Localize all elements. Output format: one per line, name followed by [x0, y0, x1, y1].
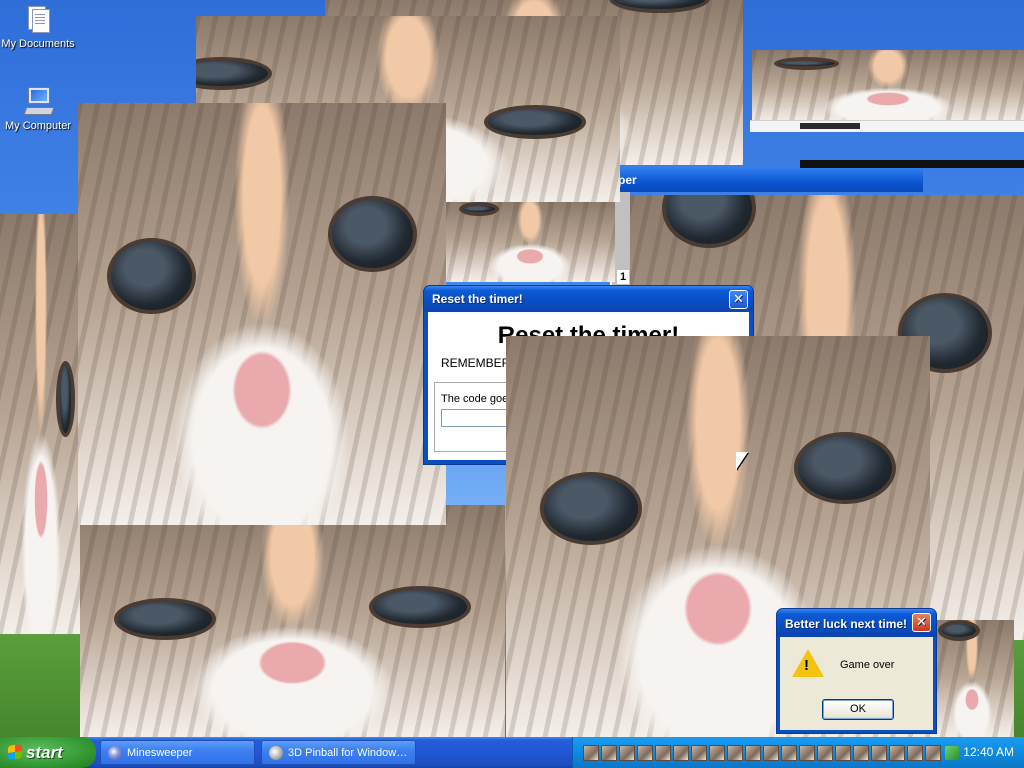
my-documents-icon [22, 4, 54, 36]
desktop-icon-label: My Computer [4, 120, 72, 132]
game-over-titlebar[interactable]: Better luck next time! ✕ [777, 609, 936, 637]
kitten-image [78, 103, 446, 525]
start-button[interactable]: start [0, 737, 96, 768]
desktop-icon-my-computer[interactable]: My Computer [0, 86, 76, 133]
close-button[interactable]: ✕ [912, 613, 931, 632]
ok-button[interactable]: OK [822, 699, 894, 720]
taskbar-button-label: 3D Pinball for Window… [288, 747, 408, 759]
kitten-tray-icon[interactable] [619, 745, 635, 761]
system-tray: 12:40 AM [572, 737, 1024, 768]
kitten-image [80, 505, 505, 737]
kitten-tray-icon[interactable] [709, 745, 725, 761]
code-label: The code goe [441, 393, 509, 405]
close-icon: ✕ [916, 614, 927, 629]
dialog-strip [750, 120, 1024, 132]
reset-timer-titlebar[interactable]: Reset the timer! ✕ [424, 286, 753, 312]
kitten-tray-icon[interactable] [727, 745, 743, 761]
window-title: Reset the timer! [432, 292, 523, 306]
kitten-tray-icon[interactable] [691, 745, 707, 761]
game-over-body: ! Game over OK [780, 637, 933, 730]
kitten-tray-icon[interactable] [817, 745, 833, 761]
kitten-tray-icon[interactable] [781, 745, 797, 761]
kitten-tray-icon[interactable] [655, 745, 671, 761]
network-icon[interactable] [945, 746, 959, 760]
kitten-tray-icon[interactable] [925, 745, 941, 761]
taskbar-button-minesweeper[interactable]: Minesweeper [100, 740, 255, 765]
my-computer-icon [22, 86, 55, 118]
kitten-tray-icon[interactable] [601, 745, 617, 761]
kitten-tray-icon[interactable] [763, 745, 779, 761]
clock[interactable]: 12:40 AM [963, 745, 1014, 759]
pinball-icon [269, 746, 283, 760]
kitten-tray-icon[interactable] [637, 745, 653, 761]
dialog-title: Better luck next time! [785, 617, 908, 631]
kitten-tray-icon[interactable] [853, 745, 869, 761]
kitten-tray-icon[interactable] [835, 745, 851, 761]
game-over-dialog: Better luck next time! ✕ ! Game over OK [776, 608, 937, 734]
minesweeper-counter-digit: 1 [617, 270, 629, 284]
kitten-image [445, 202, 615, 282]
window-fragment-bar [800, 160, 1024, 168]
taskbar: start Minesweeper 3D Pinball for Window…… [0, 737, 1024, 768]
mouse-cursor-icon [736, 452, 748, 470]
kitten-image [0, 214, 82, 634]
minesweeper-title-fragment[interactable]: per [610, 168, 923, 192]
close-button[interactable]: ✕ [729, 290, 748, 309]
kitten-tray-icon[interactable] [583, 745, 599, 761]
taskbar-button-label: Minesweeper [127, 747, 193, 759]
kitten-tray-icon[interactable] [871, 745, 887, 761]
kitten-image [752, 50, 1024, 122]
windows-logo-icon [8, 744, 22, 760]
kitten-tray-icon[interactable] [907, 745, 923, 761]
kitten-image [930, 620, 1014, 737]
desktop-icon-label: My Documents [1, 38, 75, 50]
kitten-tray-icon[interactable] [889, 745, 905, 761]
remember-label: REMEMBER: [441, 356, 514, 370]
kitten-tray-icon[interactable] [673, 745, 689, 761]
game-over-message: Game over [840, 659, 895, 671]
minesweeper-icon [108, 746, 122, 760]
desktop-icon-my-documents[interactable]: My Documents [0, 4, 76, 51]
taskbar-button-pinball[interactable]: 3D Pinball for Window… [261, 740, 416, 765]
kitten-tray-icon[interactable] [799, 745, 815, 761]
close-icon: ✕ [733, 291, 744, 306]
kitten-tray-icon[interactable] [745, 745, 761, 761]
warning-icon-mark: ! [804, 657, 809, 674]
start-label: start [26, 743, 63, 762]
